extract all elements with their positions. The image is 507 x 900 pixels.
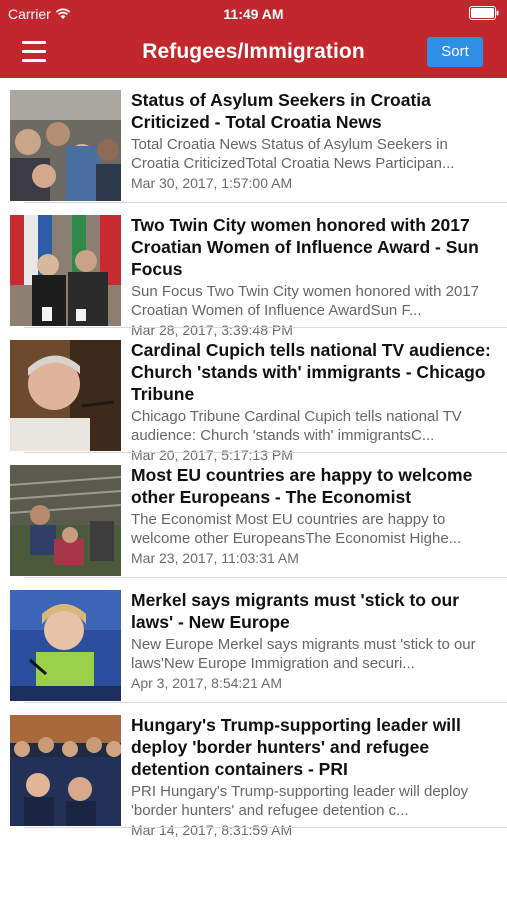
article-date: Mar 14, 2017, 8:31:59 AM	[131, 822, 293, 838]
article-text: Hungary's Trump-supporting leader will d…	[131, 714, 499, 840]
article-thumbnail	[10, 215, 121, 326]
article-text: Merkel says migrants must 'stick to our …	[131, 589, 499, 693]
article-text: Status of Asylum Seekers in Croatia Crit…	[131, 89, 499, 193]
article-summary: Total Croatia News Status of Asylum Seek…	[131, 136, 455, 172]
status-bar: Carrier 11:49 AM	[0, 0, 507, 28]
battery-icon	[469, 6, 499, 20]
article-headline: Status of Asylum Seekers in Croatia Crit…	[131, 90, 431, 132]
article-text: Two Twin City women honored with 2017 Cr…	[131, 214, 499, 340]
sort-button[interactable]: Sort	[427, 37, 483, 67]
list-item[interactable]: Most EU countries are happy to welcome o…	[0, 453, 507, 578]
article-headline: Most EU countries are happy to welcome o…	[131, 465, 473, 507]
article-summary: PRI Hungary's Trump-supporting leader wi…	[131, 783, 469, 819]
article-thumbnail	[10, 590, 121, 701]
article-date: Mar 30, 2017, 1:57:00 AM	[131, 175, 293, 191]
article-text: Most EU countries are happy to welcome o…	[131, 464, 499, 568]
navigation-bar: Refugees/Immigration Sort	[0, 28, 507, 78]
article-thumbnail	[10, 90, 121, 201]
article-thumbnail	[10, 715, 121, 826]
clock: 11:49 AM	[223, 6, 284, 22]
list-item[interactable]: Hungary's Trump-supporting leader will d…	[0, 703, 507, 838]
article-headline: Hungary's Trump-supporting leader will d…	[131, 715, 461, 779]
article-summary: The Economist Most EU countries are happ…	[131, 511, 462, 547]
article-headline: Merkel says migrants must 'stick to our …	[131, 590, 460, 632]
article-headline: Two Twin City women honored with 2017 Cr…	[131, 215, 479, 279]
article-headline: Cardinal Cupich tells national TV audien…	[131, 340, 491, 404]
article-date: Apr 3, 2017, 8:54:21 AM	[131, 675, 282, 691]
article-thumbnail	[10, 340, 121, 451]
article-summary: Sun Focus Two Twin City women honored wi…	[131, 283, 479, 319]
list-item[interactable]: Merkel says migrants must 'stick to our …	[0, 578, 507, 703]
article-thumbnail	[10, 465, 121, 576]
article-text: Cardinal Cupich tells national TV audien…	[131, 339, 499, 465]
news-list: Status of Asylum Seekers in Croatia Crit…	[0, 78, 507, 838]
article-summary: New Europe Merkel says migrants must 'st…	[131, 636, 476, 672]
article-date: Mar 23, 2017, 11:03:31 AM	[131, 550, 299, 566]
list-item[interactable]: Two Twin City women honored with 2017 Cr…	[0, 203, 507, 338]
article-summary: Chicago Tribune Cardinal Cupich tells na…	[131, 408, 462, 444]
list-item[interactable]: Status of Asylum Seekers in Croatia Crit…	[0, 78, 507, 203]
list-item[interactable]: Cardinal Cupich tells national TV audien…	[0, 328, 507, 463]
